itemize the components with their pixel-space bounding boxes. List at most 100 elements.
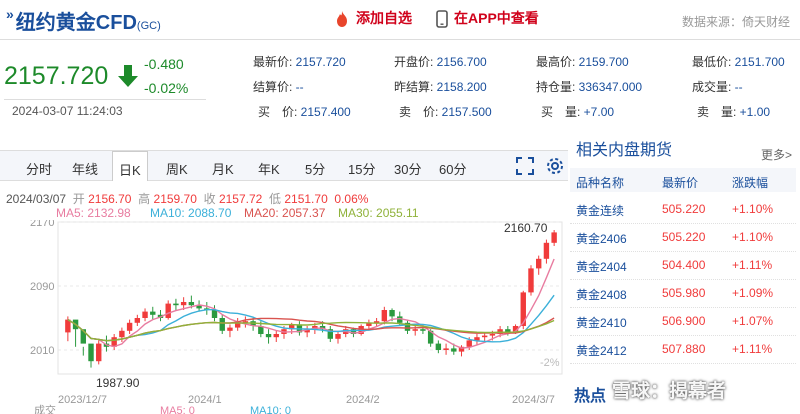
x-tick-label: 2024/3/7 bbox=[512, 394, 555, 406]
candle bbox=[142, 311, 148, 318]
tab-60min[interactable]: 60分 bbox=[439, 159, 466, 178]
tab-daily-k[interactable]: 日K bbox=[112, 151, 148, 181]
price-change-pct: -0.02% bbox=[144, 80, 189, 96]
candle bbox=[435, 343, 442, 350]
candle bbox=[528, 268, 534, 293]
percent-axis-label: -2% bbox=[540, 357, 560, 369]
x-tick-label: 2023/12/7 bbox=[58, 394, 107, 406]
candle bbox=[481, 335, 488, 338]
candle bbox=[543, 242, 550, 259]
candlestick-chart[interactable]: 2170 2090 2010 2160.70 1987.90 -2% 2023/12/7 20… bbox=[0, 220, 568, 414]
candle bbox=[150, 311, 156, 315]
candle bbox=[273, 334, 279, 338]
high-price-label: 2160.70 bbox=[504, 221, 548, 235]
candle bbox=[96, 343, 102, 362]
candle bbox=[180, 302, 187, 306]
quote-field: 卖 量: +1.00 bbox=[697, 105, 771, 119]
tab-monthly-k[interactable]: 月K bbox=[212, 159, 234, 178]
tab-intraday[interactable]: 分时 bbox=[26, 159, 52, 178]
futures-row[interactable]: 黄金2408 505.980 +1.09% bbox=[570, 280, 796, 308]
candle bbox=[536, 258, 542, 269]
tab-weekly-k[interactable]: 周K bbox=[166, 159, 188, 178]
related-futures-panel: 相关内盘期货 更多> 品种名称 最新价 涨跌幅 黄金连续 505.220 +1.10… bbox=[570, 134, 796, 414]
hot-topics-title: 热点 bbox=[574, 388, 607, 405]
header-divider bbox=[0, 39, 800, 40]
candle bbox=[335, 334, 341, 339]
candle bbox=[188, 302, 195, 306]
tab-15min[interactable]: 15分 bbox=[348, 159, 375, 178]
ma30-legend: MA30: 2055.11 bbox=[338, 206, 419, 220]
tab-yearline[interactable]: 年线 bbox=[72, 159, 98, 178]
flame-icon bbox=[337, 11, 347, 28]
plot-frame bbox=[57, 221, 563, 375]
top-bar: » 纽约黄金CFD(GC) 添加自选 在APP中查看 数据来源：倚天财经 bbox=[0, 0, 800, 38]
more-link[interactable]: 更多> bbox=[761, 146, 792, 163]
candle bbox=[389, 310, 395, 317]
xueqiu-watermark: 雪球：揭幕者 bbox=[612, 381, 727, 402]
candle bbox=[412, 329, 418, 331]
quote-field: 开盘价: 2156.700 bbox=[394, 55, 487, 69]
candle bbox=[451, 348, 457, 352]
double-chevron-icon: » bbox=[6, 6, 14, 22]
tab-30min[interactable]: 30分 bbox=[394, 159, 421, 178]
y-tick-label: 2010 bbox=[30, 345, 54, 357]
quote-field: 最高价: 2159.700 bbox=[536, 55, 629, 69]
candle bbox=[227, 327, 233, 331]
page-title: » 纽约黄金CFD(GC) bbox=[6, 6, 161, 34]
futures-row[interactable]: 黄金2412 507.880 +1.11% bbox=[570, 336, 796, 364]
ma20-legend: MA20: 2057.37 bbox=[244, 206, 326, 220]
candle bbox=[126, 322, 133, 331]
open-in-app-button[interactable]: 在APP中查看 bbox=[436, 8, 539, 29]
volume-label: 成交 bbox=[34, 403, 56, 414]
candle bbox=[489, 334, 496, 336]
y-tick-label: 2170 bbox=[30, 220, 54, 229]
fullscreen-icon[interactable] bbox=[516, 157, 534, 175]
ohlc-readout: 2024/03/07 开 2156.70 高 2159.70 收 2157.72… bbox=[6, 192, 369, 206]
candle bbox=[165, 303, 171, 318]
quote-field: 最新价: 2157.720 bbox=[253, 55, 346, 69]
quote-timestamp: 2024-03-07 11:24:03 bbox=[12, 104, 123, 118]
candle bbox=[420, 329, 426, 331]
related-futures-title: 相关内盘期货 bbox=[576, 142, 673, 159]
ma5-legend: MA5: 2132.98 bbox=[56, 206, 131, 220]
quote-field: 买 价: 2157.400 bbox=[258, 105, 351, 119]
futures-row[interactable]: 黄金2406 505.220 +1.10% bbox=[570, 224, 796, 252]
volume-ma5-label: MA5: 0 bbox=[160, 405, 195, 414]
data-source: 数据来源：倚天财经 bbox=[681, 15, 790, 29]
candle bbox=[265, 334, 272, 338]
quote-field: 买 量: +7.00 bbox=[541, 105, 615, 119]
add-watchlist-button[interactable]: 添加自选 bbox=[334, 8, 412, 28]
arrow-down-icon bbox=[118, 65, 138, 87]
futures-row[interactable]: 黄金连续 505.220 +1.10% bbox=[570, 196, 796, 224]
quote-field: 结算价: -- bbox=[253, 80, 304, 94]
candle bbox=[134, 318, 141, 323]
futures-row[interactable]: 黄金2404 504.400 +1.11% bbox=[570, 252, 796, 280]
last-price: 2157.720 bbox=[4, 62, 109, 90]
candle bbox=[173, 303, 179, 306]
phone-icon bbox=[436, 10, 448, 29]
candle bbox=[381, 310, 388, 322]
quote-field: 最低价: 2151.700 bbox=[692, 55, 785, 69]
period-tabs: 分时 年线 日K 周K 月K 年K 5分 15分 30分 60分 bbox=[0, 151, 568, 181]
y-tick-label: 2090 bbox=[30, 281, 54, 293]
candle bbox=[211, 310, 218, 318]
quote-field: 成交量: -- bbox=[692, 80, 743, 94]
candle bbox=[219, 318, 225, 331]
futures-row[interactable]: 黄金2410 506.900 +1.07% bbox=[570, 308, 796, 336]
volume-ma10-label: MA10: 0 bbox=[250, 405, 291, 414]
tab-yearly-k[interactable]: 年K bbox=[258, 159, 280, 178]
quote-field: 卖 价: 2157.500 bbox=[399, 105, 492, 119]
quote-field: 持仓量: 336347.000 bbox=[536, 80, 643, 94]
price-change: -0.480 bbox=[144, 56, 184, 72]
candle bbox=[551, 232, 557, 243]
ma30-line bbox=[67, 319, 555, 342]
candle bbox=[466, 340, 472, 347]
candle bbox=[119, 330, 125, 338]
x-tick-label: 2024/2 bbox=[346, 394, 380, 406]
quote-field: 昨结算: 2158.200 bbox=[394, 80, 487, 94]
tab-5min[interactable]: 5分 bbox=[305, 159, 325, 178]
candle bbox=[443, 348, 449, 350]
settings-icon[interactable] bbox=[546, 157, 564, 175]
low-price-label: 1987.90 bbox=[96, 376, 140, 390]
quote-separator bbox=[4, 99, 206, 100]
